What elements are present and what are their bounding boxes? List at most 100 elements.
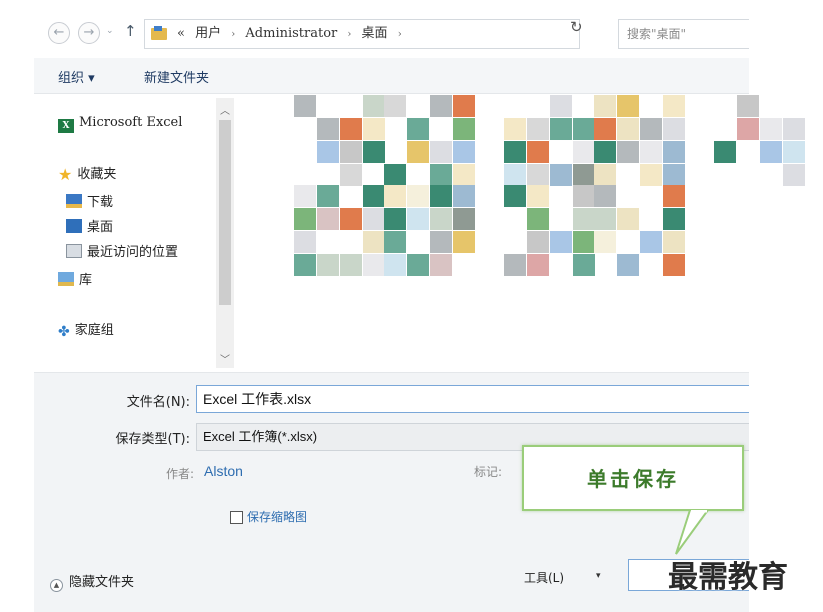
file-thumbnail-tile [573, 141, 595, 163]
file-list-area[interactable] [264, 95, 805, 310]
breadcrumb-users[interactable]: 用户 [195, 26, 221, 41]
save-thumbnail-label[interactable]: 保存缩略图 [247, 508, 307, 525]
file-thumbnail-tile [317, 118, 339, 140]
recent-places-icon [66, 244, 82, 258]
save-thumbnail-checkbox[interactable] [230, 511, 243, 524]
file-thumbnail-tile [663, 95, 685, 117]
file-thumbnail-tile [504, 118, 526, 140]
file-thumbnail-tile [407, 118, 429, 140]
callout-text: 单击保存 [587, 467, 679, 491]
file-thumbnail-tile [317, 254, 339, 276]
file-thumbnail-tile [550, 118, 572, 140]
file-thumbnail-tile [340, 164, 362, 186]
file-thumbnail-tile [594, 164, 616, 186]
file-thumbnail-tile [504, 141, 526, 163]
file-thumbnail-tile [737, 95, 759, 117]
file-thumbnail-tile [594, 231, 616, 253]
back-button[interactable]: ← [48, 22, 70, 44]
file-thumbnail-tile [527, 254, 549, 276]
file-thumbnail-tile [294, 185, 316, 207]
file-thumbnail-tile [640, 118, 662, 140]
file-thumbnail-tile [407, 208, 429, 230]
hide-folders-toggle[interactable]: ▲ 隐藏文件夹 [50, 571, 134, 592]
breadcrumb: « 用户 › Administrator › 桌面 › [177, 20, 408, 48]
sidebar-item-label: 下载 [87, 195, 114, 210]
file-thumbnail-tile [363, 141, 385, 163]
breadcrumb-separator-icon[interactable]: › [231, 29, 235, 40]
breadcrumb-overflow[interactable]: « [177, 26, 185, 41]
filename-input[interactable] [196, 385, 749, 413]
breadcrumb-separator-icon[interactable]: › [398, 29, 402, 40]
author-value[interactable]: Alston [204, 463, 243, 479]
scroll-down-icon[interactable]: ﹀ [220, 351, 230, 366]
filetype-label: 保存类型(T): [115, 432, 190, 447]
file-thumbnail-tile [573, 118, 595, 140]
sidebar-item-libraries[interactable]: 库 [58, 269, 92, 289]
file-thumbnail-tile [594, 185, 616, 207]
file-thumbnail-tile [453, 208, 475, 230]
file-thumbnail-tile [573, 208, 595, 230]
file-thumbnail-tile [384, 208, 406, 230]
refresh-icon[interactable]: ↻ [570, 18, 583, 36]
filename-label: 文件名(N): [126, 395, 190, 410]
file-thumbnail-tile [783, 118, 805, 140]
new-folder-button[interactable]: 新建文件夹 [144, 67, 209, 86]
file-thumbnail-tile [384, 231, 406, 253]
file-thumbnail-tile [363, 118, 385, 140]
file-thumbnail-tile [384, 185, 406, 207]
sidebar-scrollbar[interactable]: ︿ ﹀ [216, 98, 234, 368]
search-box[interactable] [618, 19, 749, 49]
sidebar-item-favorites[interactable]: ★ 收藏夹 [58, 163, 116, 184]
file-thumbnail-tile [363, 208, 385, 230]
file-thumbnail-tile [340, 254, 362, 276]
file-thumbnail-tile [663, 208, 685, 230]
file-thumbnail-tile [663, 185, 685, 207]
library-icon [58, 272, 74, 286]
sidebar-item-label: 家庭组 [74, 323, 114, 338]
breadcrumb-desktop[interactable]: 桌面 [362, 26, 388, 41]
organize-button[interactable]: 组织 ▾ [58, 67, 95, 86]
excel-icon: X [58, 119, 74, 133]
file-thumbnail-tile [527, 164, 549, 186]
file-thumbnail-tile [527, 118, 549, 140]
search-input[interactable] [619, 20, 744, 48]
file-thumbnail-tile [527, 185, 549, 207]
forward-button[interactable]: → [78, 22, 100, 44]
file-thumbnail-tile [430, 141, 452, 163]
file-thumbnail-tile [363, 185, 385, 207]
file-thumbnail-tile [453, 231, 475, 253]
desktop-icon [66, 219, 82, 233]
sidebar-item-homegroup[interactable]: ✤ 家庭组 [58, 319, 114, 340]
file-thumbnail-tile [453, 118, 475, 140]
file-thumbnail-tile [384, 254, 406, 276]
file-thumbnail-tile [573, 231, 595, 253]
author-label: 作者: [165, 467, 194, 481]
address-bar[interactable]: « 用户 › Administrator › 桌面 › ∨ [144, 19, 667, 49]
breadcrumb-administrator[interactable]: Administrator [245, 26, 337, 41]
file-thumbnail-tile [340, 208, 362, 230]
recent-locations-dropdown-icon[interactable]: ⌄ [106, 26, 114, 36]
file-thumbnail-tile [594, 141, 616, 163]
watermark-text: 最需教育 [668, 560, 788, 595]
sidebar-item-desktop[interactable]: 桌面 [66, 216, 113, 236]
tools-button[interactable]: 工具(L) [524, 569, 564, 586]
sidebar-item-downloads[interactable]: 下载 [66, 191, 113, 211]
breadcrumb-separator-icon[interactable]: › [347, 29, 351, 40]
sidebar-item-label: 库 [79, 273, 93, 288]
scrollbar-thumb[interactable] [219, 120, 231, 305]
tools-dropdown-icon[interactable]: ▾ [596, 571, 601, 581]
file-thumbnail-tile [453, 185, 475, 207]
hide-folders-label: 隐藏文件夹 [69, 575, 135, 590]
sidebar-item-label: Microsoft Excel [79, 115, 183, 130]
sidebar-item-microsoft-excel[interactable]: X Microsoft Excel [58, 115, 182, 135]
file-thumbnail-tile [407, 141, 429, 163]
scroll-up-icon[interactable]: ︿ [220, 102, 230, 117]
file-thumbnail-tile [430, 254, 452, 276]
file-thumbnail-tile [550, 164, 572, 186]
up-arrow-icon[interactable]: ↑ [124, 22, 137, 40]
file-thumbnail-tile [663, 141, 685, 163]
sidebar-item-recent-places[interactable]: 最近访问的位置 [66, 241, 178, 261]
file-thumbnail-tile [617, 254, 639, 276]
file-thumbnail-tile [430, 95, 452, 117]
file-thumbnail-tile [737, 118, 759, 140]
